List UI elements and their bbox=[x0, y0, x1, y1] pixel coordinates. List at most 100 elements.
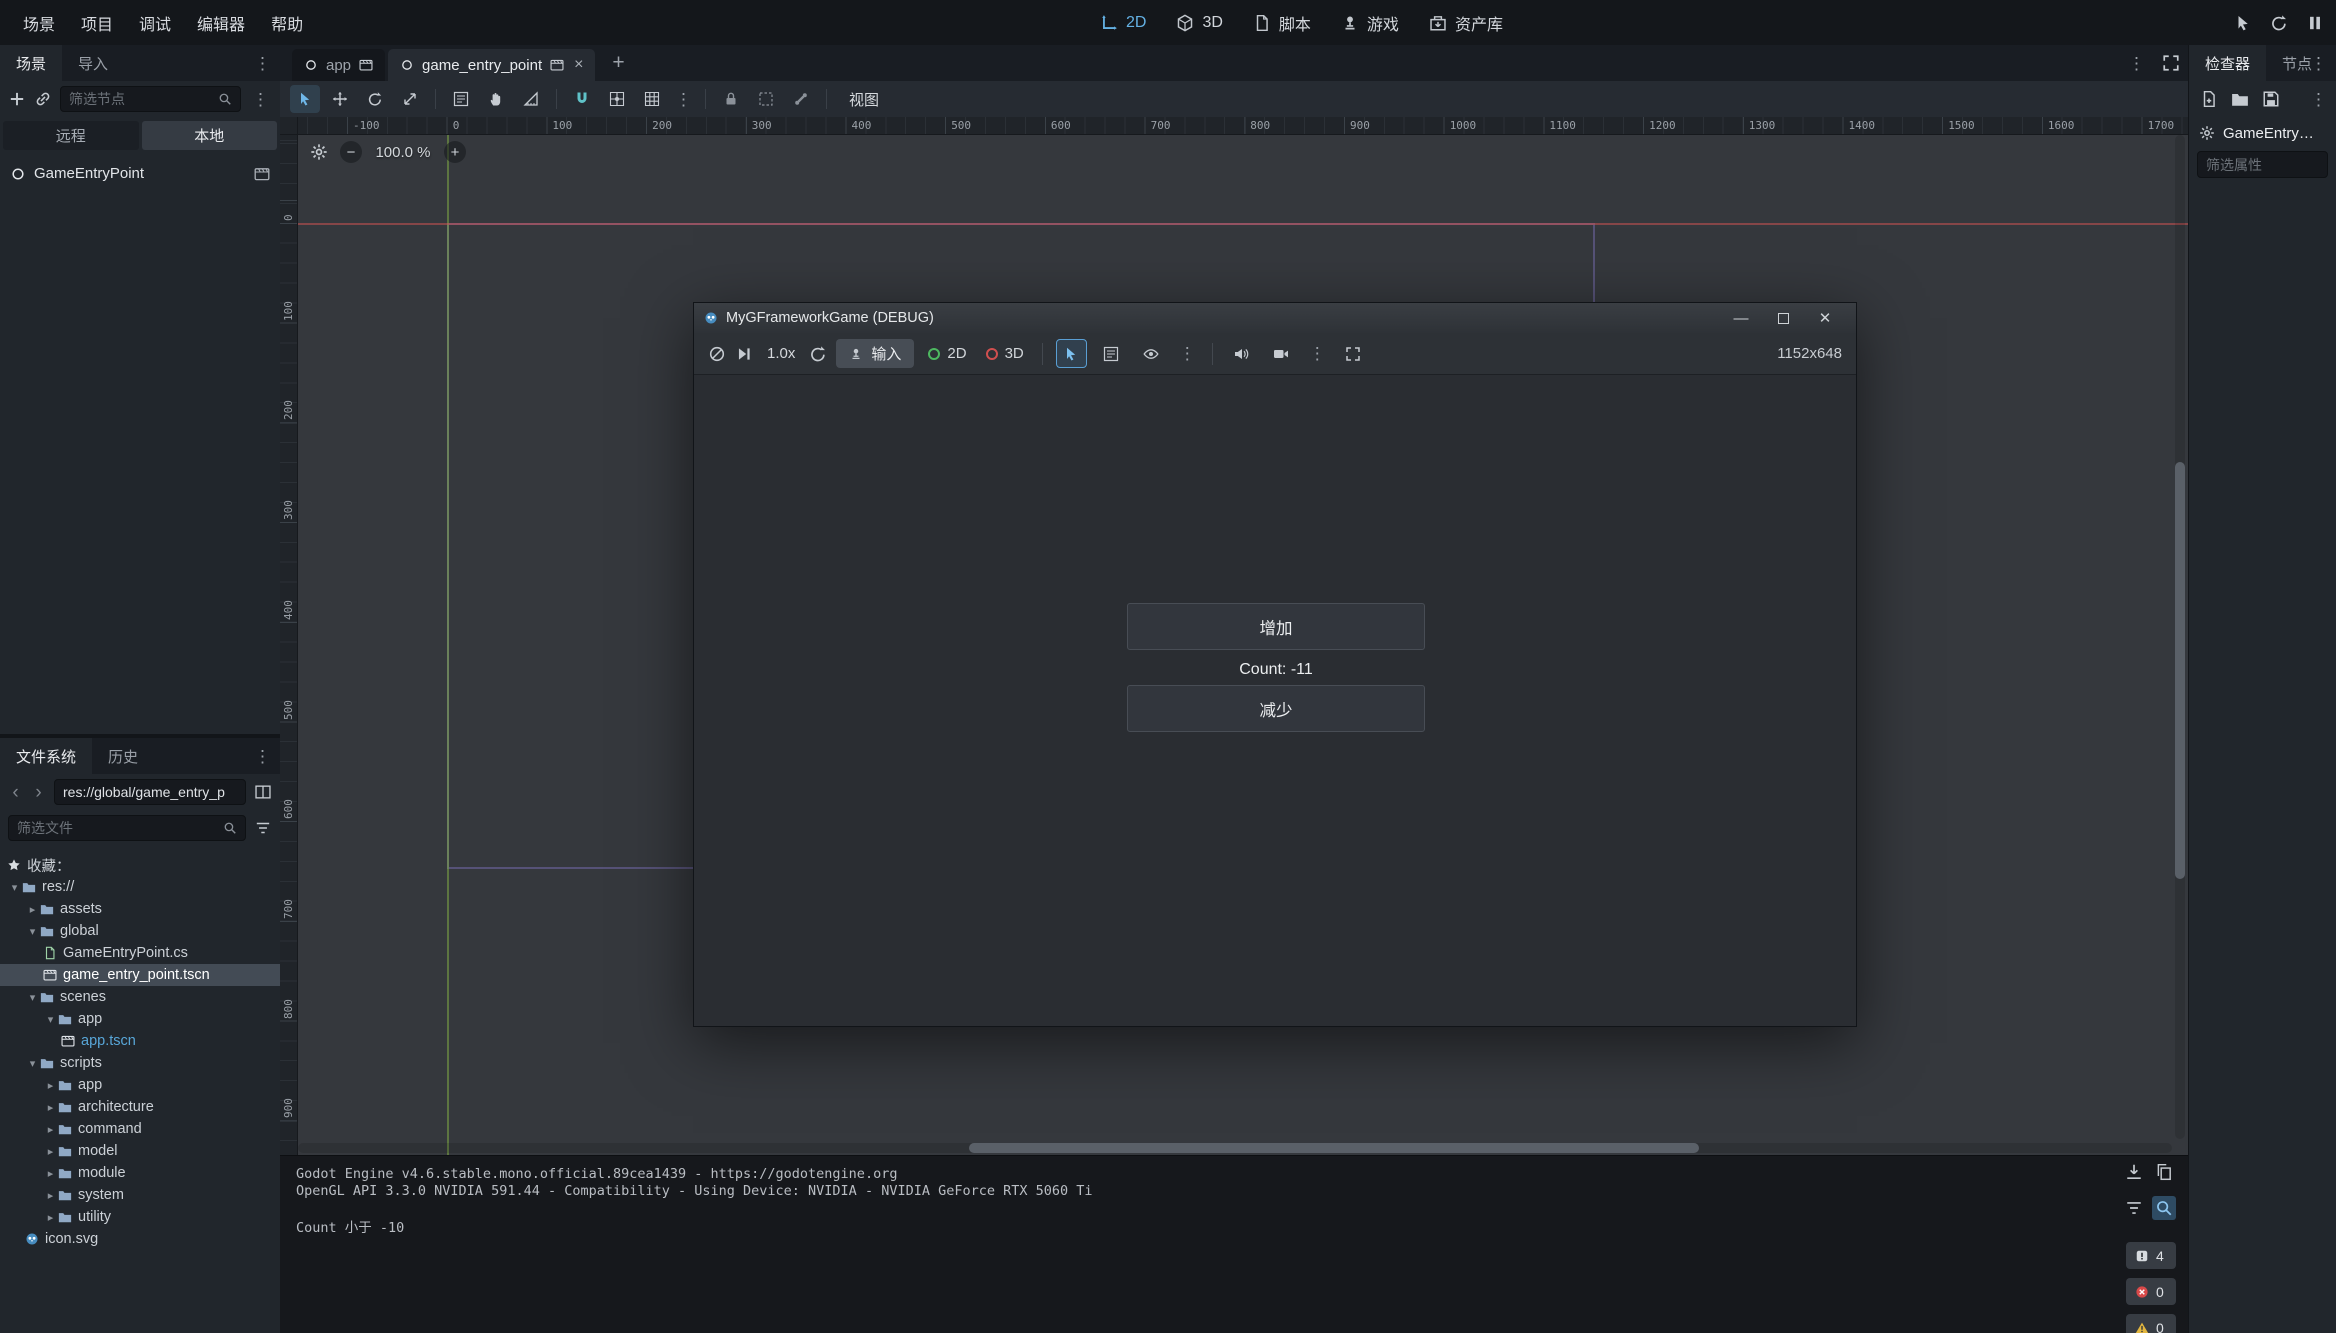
vertical-scrollbar[interactable] bbox=[2175, 135, 2185, 1139]
grid-snap-button[interactable] bbox=[602, 85, 632, 113]
game-focus-icon[interactable] bbox=[2234, 14, 2252, 32]
debugger-badge[interactable]: 4 bbox=[2126, 1242, 2176, 1269]
snap-options-icon[interactable]: ⋮ bbox=[672, 91, 695, 108]
next-frame-icon[interactable] bbox=[735, 345, 753, 363]
collapse-arrow-icon[interactable]: ▾ bbox=[7, 881, 22, 894]
instance-scene-icon[interactable] bbox=[34, 90, 52, 108]
expand-arrow-icon[interactable]: ▸ bbox=[43, 1167, 58, 1180]
collapse-arrow-icon[interactable]: ▾ bbox=[25, 925, 40, 938]
remote-button[interactable]: 远程 bbox=[3, 121, 139, 150]
new-resource-icon[interactable] bbox=[2200, 90, 2218, 108]
show-grid-button[interactable] bbox=[637, 85, 667, 113]
filesystem-menu-icon[interactable]: ⋮ bbox=[251, 738, 274, 774]
fs-item[interactable]: ▸model bbox=[0, 1140, 280, 1162]
expand-arrow-icon[interactable]: ▸ bbox=[43, 1145, 58, 1158]
decrease-button[interactable]: 减少 bbox=[1127, 685, 1425, 732]
filter-nodes-input[interactable] bbox=[69, 91, 212, 107]
tab-list-menu-icon[interactable]: ⋮ bbox=[2125, 55, 2148, 72]
menu-scene[interactable]: 场景 bbox=[10, 6, 68, 40]
copy-log-button[interactable] bbox=[2152, 1160, 2176, 1184]
load-resource-icon[interactable] bbox=[2231, 90, 2249, 108]
fs-item[interactable]: icon.svg bbox=[0, 1228, 280, 1250]
workspace-assetlib[interactable]: 资产库 bbox=[1429, 11, 1503, 35]
game-window-titlebar[interactable]: MyGFrameworkGame (DEBUG) — ✕ bbox=[694, 303, 1856, 333]
fs-item[interactable]: ▾app bbox=[0, 1008, 280, 1030]
zoom-level[interactable]: 100.0 % bbox=[374, 144, 432, 161]
restart-game-icon[interactable] bbox=[2270, 14, 2288, 32]
new-scene-tab-button[interactable]: + bbox=[604, 49, 632, 77]
scale-tool-button[interactable] bbox=[395, 85, 425, 113]
filter-files-input[interactable] bbox=[17, 820, 217, 836]
sort-files-icon[interactable] bbox=[254, 819, 272, 837]
fs-item[interactable]: ▸command bbox=[0, 1118, 280, 1140]
pan-tool-button[interactable] bbox=[481, 85, 511, 113]
workspace-3d[interactable]: 3D bbox=[1176, 14, 1222, 32]
scene-tree-menu-icon[interactable]: ⋮ bbox=[249, 91, 272, 108]
fs-item[interactable]: 收藏： bbox=[0, 854, 280, 876]
inspector-menu-icon[interactable]: ⋮ bbox=[2307, 45, 2330, 81]
expand-arrow-icon[interactable]: ▸ bbox=[43, 1189, 58, 1202]
search-messages-button[interactable] bbox=[2152, 1196, 2176, 1220]
restart-icon[interactable] bbox=[809, 345, 827, 363]
fs-item[interactable]: ▾scripts bbox=[0, 1052, 280, 1074]
smart-snap-button[interactable] bbox=[567, 85, 597, 113]
errors-badge[interactable]: 0 bbox=[2126, 1278, 2176, 1305]
rotate-tool-button[interactable] bbox=[360, 85, 390, 113]
close-tab-icon[interactable]: × bbox=[574, 56, 583, 74]
fs-item[interactable]: ▸assets bbox=[0, 898, 280, 920]
collapse-arrow-icon[interactable]: ▾ bbox=[43, 1013, 58, 1026]
add-node-icon[interactable] bbox=[8, 90, 26, 108]
expand-editor-icon[interactable] bbox=[2162, 54, 2180, 72]
close-button[interactable]: ✕ bbox=[1804, 303, 1846, 333]
lock-node-button[interactable] bbox=[716, 85, 746, 113]
move-tool-button[interactable] bbox=[325, 85, 355, 113]
fs-item[interactable]: ▸module bbox=[0, 1162, 280, 1184]
pause-game-icon[interactable] bbox=[2306, 14, 2324, 32]
expand-arrow-icon[interactable]: ▸ bbox=[43, 1079, 58, 1092]
fs-item[interactable]: ▸system bbox=[0, 1184, 280, 1206]
tab-scene[interactable]: 场景 bbox=[0, 45, 62, 81]
scene-badge-icon[interactable] bbox=[254, 166, 270, 182]
warnings-badge[interactable]: 0 bbox=[2126, 1314, 2176, 1333]
expand-arrow-icon[interactable]: ▸ bbox=[43, 1123, 58, 1136]
scene-tab-game-entry-point[interactable]: game_entry_point × bbox=[388, 49, 595, 81]
mute-audio-button[interactable] bbox=[1226, 339, 1257, 368]
node-list-button[interactable] bbox=[1096, 339, 1127, 368]
nav-back-icon[interactable]: ‹ bbox=[8, 783, 23, 802]
select-tool-button[interactable] bbox=[290, 85, 320, 113]
group-node-button[interactable] bbox=[751, 85, 781, 113]
workspace-script[interactable]: 脚本 bbox=[1253, 11, 1311, 35]
camera-2d-toggle[interactable]: 2D bbox=[923, 345, 971, 362]
increase-button[interactable]: 增加 bbox=[1127, 603, 1425, 650]
expand-arrow-icon[interactable]: ▸ bbox=[25, 903, 40, 916]
download-log-button[interactable] bbox=[2122, 1160, 2146, 1184]
inspector-extra-icon[interactable]: ⋮ bbox=[2307, 91, 2330, 108]
visibility-button[interactable] bbox=[1136, 339, 1167, 368]
menu-project[interactable]: 项目 bbox=[68, 6, 126, 40]
menu-help[interactable]: 帮助 bbox=[258, 6, 316, 40]
list-select-button[interactable] bbox=[446, 85, 476, 113]
fs-item[interactable]: ▾global bbox=[0, 920, 280, 942]
inspector-node-row[interactable]: GameEntryPoint bbox=[2189, 117, 2336, 149]
fs-item[interactable]: app.tscn bbox=[0, 1030, 280, 1052]
fs-item[interactable]: ▸app bbox=[0, 1074, 280, 1096]
split-view-icon[interactable] bbox=[254, 783, 272, 801]
camera-3d-toggle[interactable]: 3D bbox=[981, 345, 1029, 362]
maximize-button[interactable] bbox=[1762, 303, 1804, 333]
horizontal-scrollbar[interactable] bbox=[298, 1143, 2172, 1153]
input-toggle-button[interactable]: 输入 bbox=[836, 339, 914, 368]
fs-item[interactable]: GameEntryPoint.cs bbox=[0, 942, 280, 964]
embed-fullscreen-button[interactable] bbox=[1338, 339, 1369, 368]
scene-tab-app[interactable]: app bbox=[292, 49, 385, 81]
scene-dock-menu-icon[interactable]: ⋮ bbox=[251, 45, 274, 81]
camera-override-button[interactable] bbox=[1266, 339, 1297, 368]
view-menu-button[interactable]: 视图 bbox=[837, 85, 891, 113]
tab-filesystem[interactable]: 文件系统 bbox=[0, 738, 92, 774]
speed-selector[interactable]: 1.0x bbox=[762, 345, 800, 362]
expand-arrow-icon[interactable]: ▸ bbox=[43, 1211, 58, 1224]
local-button[interactable]: 本地 bbox=[142, 121, 278, 150]
menu-editor[interactable]: 编辑器 bbox=[184, 6, 258, 40]
skeleton-button[interactable] bbox=[786, 85, 816, 113]
fs-item[interactable]: ▾scenes bbox=[0, 986, 280, 1008]
pick-mode-button[interactable] bbox=[1056, 339, 1087, 368]
